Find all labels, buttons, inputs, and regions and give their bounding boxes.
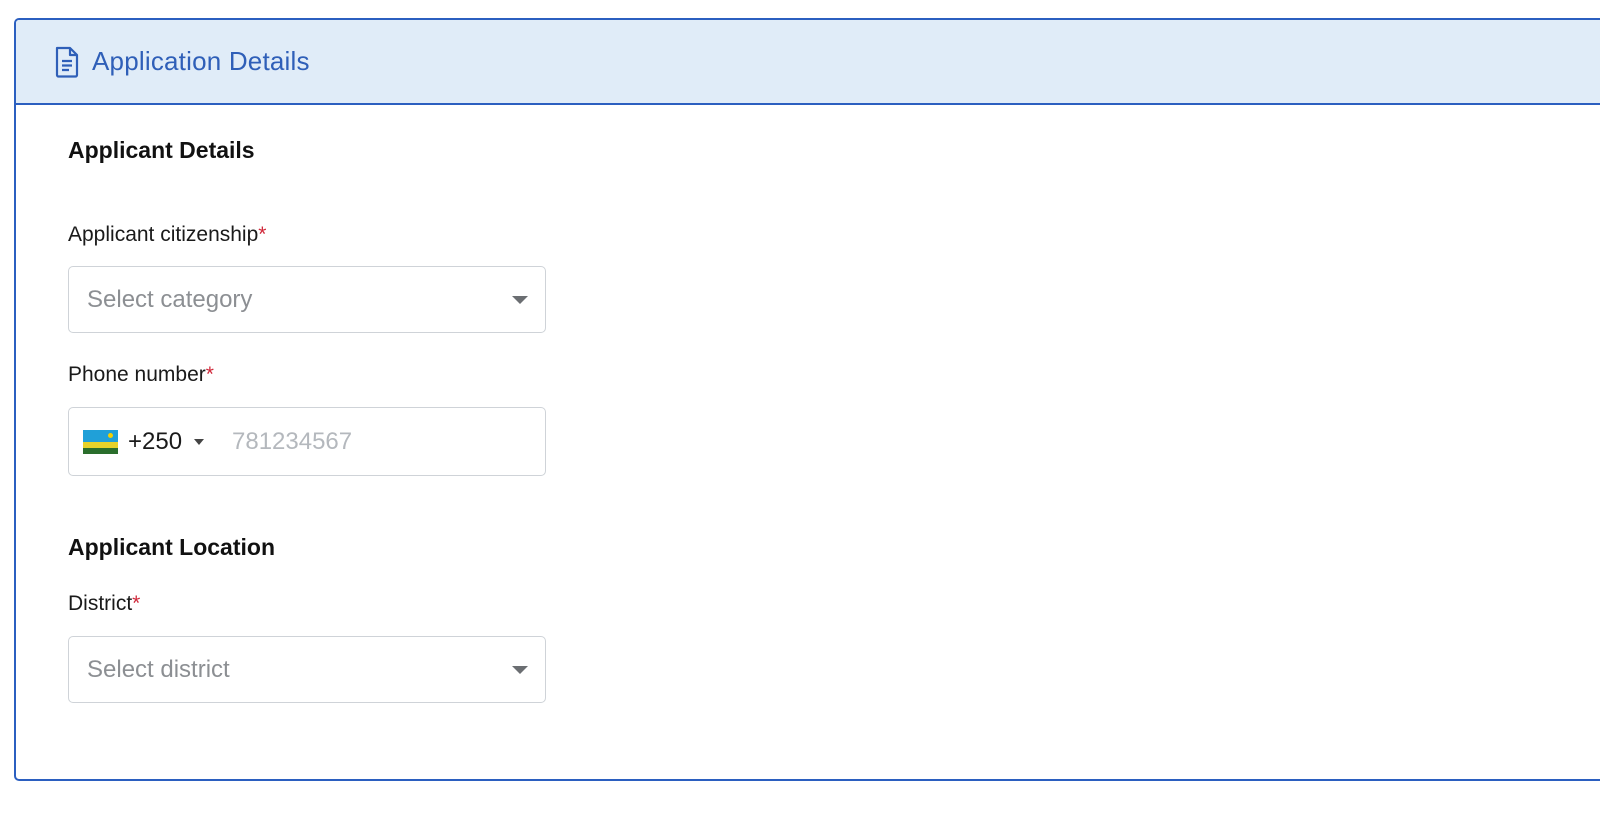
dial-code: +250 — [128, 427, 183, 455]
required-mark: * — [132, 592, 141, 615]
chevron-down-icon — [512, 666, 528, 674]
phone-number-input[interactable] — [232, 408, 532, 475]
required-mark: * — [205, 363, 214, 386]
district-select[interactable]: Select district — [68, 636, 546, 703]
card-header: Application Details — [16, 20, 1600, 105]
phone-label-text: Phone number — [68, 363, 206, 386]
citizenship-label: Applicant citizenship* — [68, 223, 266, 247]
rwanda-flag-icon — [83, 429, 118, 454]
country-code-dropdown[interactable]: +250 — [83, 408, 205, 475]
district-select-placeholder: Select district — [87, 655, 230, 683]
document-icon — [54, 46, 80, 78]
card-title: Application Details — [92, 46, 310, 76]
citizenship-select[interactable]: Select category — [68, 266, 546, 333]
district-label: District* — [68, 592, 140, 616]
applicant-location-heading: Applicant Location — [68, 534, 275, 560]
district-label-text: District — [68, 592, 133, 615]
phone-label: Phone number* — [68, 363, 214, 387]
caret-down-icon — [194, 438, 205, 445]
citizenship-select-placeholder: Select category — [87, 285, 253, 313]
phone-field: +250 — [68, 407, 546, 476]
application-details-card: Application Details Applicant Details Ap… — [14, 18, 1600, 781]
chevron-down-icon — [512, 296, 528, 304]
citizenship-label-text: Applicant citizenship — [68, 223, 259, 246]
applicant-details-heading: Applicant Details — [68, 137, 255, 163]
required-mark: * — [258, 223, 267, 246]
